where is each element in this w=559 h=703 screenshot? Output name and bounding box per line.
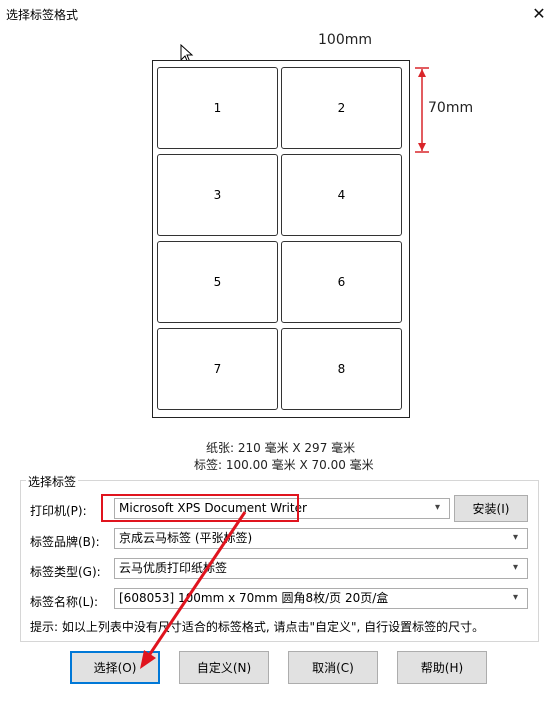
name-select[interactable]: [608053] 100mm x 70mm 圆角8枚/页 20页/盒 ▾ bbox=[114, 588, 528, 609]
chevron-down-icon: ▾ bbox=[513, 532, 519, 543]
title-bar: 选择标签格式 ✕ bbox=[0, 0, 559, 27]
custom-button[interactable]: 自定义(N) bbox=[179, 651, 269, 684]
help-button-label: 帮助(H) bbox=[420, 661, 464, 675]
chevron-down-icon: ▾ bbox=[513, 562, 519, 573]
type-value: 云马优质打印纸标签 bbox=[119, 561, 228, 575]
install-button-label: 安装(I) bbox=[472, 502, 510, 516]
label-preview: 100mm 70mm 1 2 3 4 5 6 7 8 bbox=[0, 30, 559, 450]
label-cell: 3 bbox=[157, 154, 278, 236]
paper-info: 纸张: 210 毫米 X 297 毫米 bbox=[0, 439, 559, 456]
printer-highlight-box bbox=[101, 494, 299, 522]
label-cell: 5 bbox=[157, 241, 278, 323]
label-number: 3 bbox=[213, 188, 222, 202]
label-number: 1 bbox=[213, 101, 222, 115]
hint-text: 提示: 如以上列表中没有尺寸适合的标签格式, 请点击"自定义", 自行设置标签的… bbox=[30, 620, 485, 634]
label-size-text: 标签: 100.00 毫米 X 70.00 毫米 bbox=[194, 458, 374, 472]
type-select[interactable]: 云马优质打印纸标签 ▾ bbox=[114, 558, 528, 579]
name-label: 标签名称(L): bbox=[30, 595, 99, 609]
install-button[interactable]: 安装(I) bbox=[454, 495, 528, 522]
brand-label: 标签品牌(B): bbox=[30, 535, 100, 549]
label-number: 5 bbox=[213, 275, 222, 289]
label-number: 2 bbox=[337, 101, 346, 115]
brand-select[interactable]: 京成云马标签 (平张标签) ▾ bbox=[114, 528, 528, 549]
name-value: [608053] 100mm x 70mm 圆角8枚/页 20页/盒 bbox=[119, 591, 389, 605]
group-title: 选择标签 bbox=[26, 473, 79, 490]
label-cell: 7 bbox=[157, 328, 278, 410]
label-number: 7 bbox=[213, 362, 222, 376]
custom-button-label: 自定义(N) bbox=[196, 661, 252, 675]
paper-size-text: 纸张: 210 毫米 X 297 毫米 bbox=[206, 441, 356, 455]
height-dimension-arrow bbox=[415, 67, 429, 153]
label-number: 8 bbox=[337, 362, 346, 376]
chevron-down-icon: ▾ bbox=[513, 592, 519, 603]
chevron-down-icon: ▾ bbox=[435, 502, 441, 513]
label-cell: 6 bbox=[281, 241, 402, 323]
label-info: 标签: 100.00 毫米 X 70.00 毫米 bbox=[0, 456, 559, 473]
type-label: 标签类型(G): bbox=[30, 565, 101, 579]
label-cell: 1 bbox=[157, 67, 278, 149]
cancel-button-label: 取消(C) bbox=[312, 661, 354, 675]
close-icon[interactable]: ✕ bbox=[519, 0, 559, 27]
paper-sheet: 1 2 3 4 5 6 7 8 bbox=[152, 60, 410, 418]
help-button[interactable]: 帮助(H) bbox=[397, 651, 487, 684]
width-dimension-label: 100mm bbox=[318, 32, 372, 48]
select-button[interactable]: 选择(O) bbox=[70, 651, 160, 684]
label-number: 4 bbox=[337, 188, 346, 202]
label-cell: 8 bbox=[281, 328, 402, 410]
select-button-label: 选择(O) bbox=[93, 661, 137, 675]
cancel-button[interactable]: 取消(C) bbox=[288, 651, 378, 684]
printer-label: 打印机(P): bbox=[30, 504, 87, 518]
brand-value: 京成云马标签 (平张标签) bbox=[119, 531, 253, 545]
label-number: 6 bbox=[337, 275, 346, 289]
height-dimension-label: 70mm bbox=[428, 100, 474, 116]
label-cell: 2 bbox=[281, 67, 402, 149]
label-cell: 4 bbox=[281, 154, 402, 236]
window-title: 选择标签格式 bbox=[6, 8, 79, 22]
